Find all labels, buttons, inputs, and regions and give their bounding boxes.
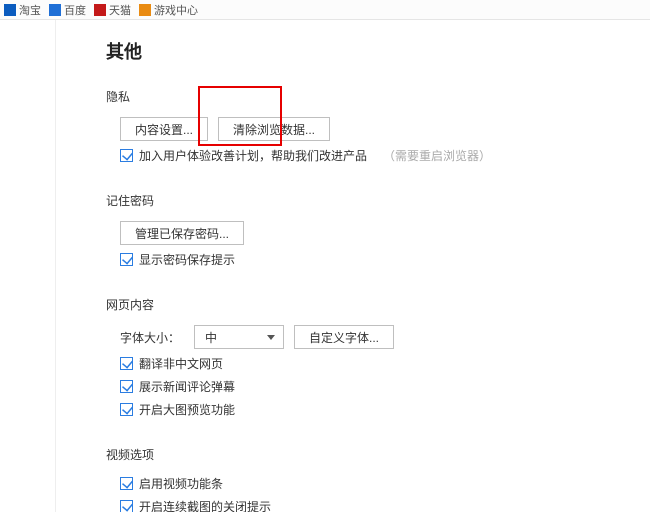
translate-nonchinese-checkbox[interactable]: 翻译非中文网页 [120,355,223,372]
section-title: 记住密码 [106,192,650,209]
bookmark-label: 天猫 [109,2,131,18]
checkbox-label: 显示密码保存提示 [139,251,235,268]
checkbox-icon [120,253,133,266]
chevron-down-icon [267,335,275,340]
ux-plan-checkbox[interactable]: 加入用户体验改善计划，帮助我们改进产品 （需要重启浏览器） [120,147,491,164]
taobao-icon [4,4,16,16]
section-privacy: 隐私 内容设置... 清除浏览数据... 加入用户体验改善计划，帮助我们改进产品… [106,88,650,164]
bookmark-tmall[interactable]: 天猫 [92,2,133,18]
bookmark-label: 游戏中心 [154,2,198,18]
section-passwords: 记住密码 管理已保存密码... 显示密码保存提示 [106,192,650,268]
baidu-icon [49,4,61,16]
page-title: 其他 [106,38,650,64]
settings-sidebar [0,20,56,512]
section-video: 视频选项 启用视频功能条 开启连续截图的关闭提示 开启直播录制的关闭提示 [106,446,650,512]
checkbox-icon [120,357,133,370]
bookmark-label: 淘宝 [19,2,41,18]
settings-content: 其他 隐私 内容设置... 清除浏览数据... 加入用户体验改善计划，帮助我们改… [56,20,650,512]
bookmark-bar: 淘宝 百度 天猫 游戏中心 [0,0,650,20]
custom-font-button[interactable]: 自定义字体... [294,325,394,349]
checkbox-label: 加入用户体验改善计划，帮助我们改进产品 [139,147,367,164]
clear-browsing-data-button[interactable]: 清除浏览数据... [218,117,330,141]
checkbox-icon [120,403,133,416]
font-size-select[interactable]: 中 [194,325,284,349]
section-title: 网页内容 [106,296,650,313]
manage-passwords-button[interactable]: 管理已保存密码... [120,221,244,245]
gamecenter-icon [139,4,151,16]
tmall-icon [94,4,106,16]
font-size-label: 字体大小： [120,329,180,346]
section-title: 隐私 [106,88,650,105]
checkbox-label: 开启大图预览功能 [139,401,235,418]
select-value: 中 [205,329,217,346]
checkbox-icon [120,380,133,393]
checkbox-label: 开启连续截图的关闭提示 [139,498,271,512]
bookmark-taobao[interactable]: 淘宝 [2,2,43,18]
content-settings-button[interactable]: 内容设置... [120,117,208,141]
bookmark-baidu[interactable]: 百度 [47,2,88,18]
checkbox-label: 启用视频功能条 [139,475,223,492]
bookmark-label: 百度 [64,2,86,18]
ux-plan-note: （需要重启浏览器） [383,147,491,164]
checkbox-label: 翻译非中文网页 [139,355,223,372]
section-title: 视频选项 [106,446,650,463]
checkbox-icon [120,477,133,490]
checkbox-icon [120,149,133,162]
video-bar-checkbox[interactable]: 启用视频功能条 [120,475,223,492]
show-password-hint-checkbox[interactable]: 显示密码保存提示 [120,251,235,268]
serial-screenshot-close-checkbox[interactable]: 开启连续截图的关闭提示 [120,498,271,512]
big-image-preview-checkbox[interactable]: 开启大图预览功能 [120,401,235,418]
section-webcontent: 网页内容 字体大小： 中 自定义字体... 翻译非中文网页 展示新闻评论弹幕 [106,296,650,418]
checkbox-label: 展示新闻评论弹幕 [139,378,235,395]
bookmark-gamecenter[interactable]: 游戏中心 [137,2,200,18]
checkbox-icon [120,500,133,512]
news-popup-checkbox[interactable]: 展示新闻评论弹幕 [120,378,235,395]
